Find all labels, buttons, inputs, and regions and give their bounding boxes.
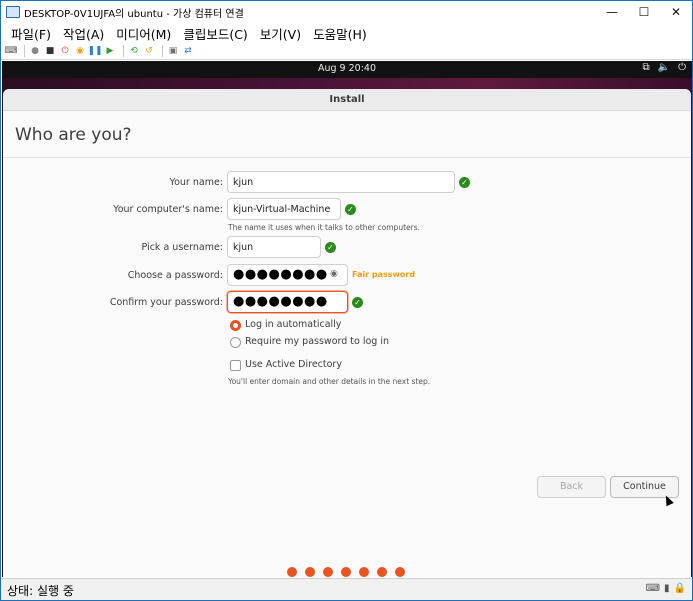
computer-name-hint: The name it uses when it talks to other … bbox=[228, 223, 421, 232]
menu-view[interactable]: 보기(V) bbox=[254, 24, 307, 43]
back-button[interactable]: Back bbox=[537, 476, 606, 498]
share-icon[interactable]: ⇄ bbox=[182, 45, 194, 57]
resume-icon[interactable]: ▶ bbox=[104, 45, 116, 57]
toolbar-separator bbox=[162, 45, 163, 57]
vm-screen[interactable]: Aug 9 20:40 ⧉ 🔈 ⏻ Install Who are you? Y… bbox=[2, 61, 692, 577]
status-bar: 상태: 실행 중 ⌨ ▮ 🔒 bbox=[1, 578, 692, 600]
progress-dot bbox=[395, 567, 405, 577]
install-progress bbox=[287, 567, 405, 577]
mouse-icon: ▮ bbox=[664, 583, 670, 594]
show-password-icon[interactable]: ◉ bbox=[330, 269, 338, 279]
window-controls: — ☐ ✕ bbox=[596, 1, 692, 23]
turn-off-icon[interactable]: ■ bbox=[44, 45, 56, 57]
active-directory-hint: You'll enter domain and other details in… bbox=[228, 377, 431, 386]
name-label: Your name: bbox=[169, 177, 223, 188]
shutdown-icon[interactable]: ⏻ bbox=[59, 45, 71, 57]
login-auto-radio[interactable] bbox=[230, 320, 241, 331]
divider bbox=[3, 157, 691, 158]
password-label: Choose a password: bbox=[127, 270, 223, 281]
toolbar-separator bbox=[123, 45, 124, 57]
toolbar: ⌨ ● ■ ⏻ ◉ ❚❚ ▶ ⟲ ↺ ▣ ⇄ bbox=[1, 43, 692, 60]
progress-dot bbox=[287, 567, 297, 577]
computer-name-valid-icon: ✓ bbox=[345, 204, 356, 215]
minimize-icon[interactable]: — bbox=[596, 1, 628, 23]
vm-connect-icon bbox=[6, 6, 20, 18]
window-title: DESKTOP-0V1UJFA의 ubuntu - 가상 컴퓨터 연결 bbox=[24, 8, 244, 20]
confirm-password-field[interactable]: ●●●●●●●● bbox=[227, 291, 348, 313]
username-valid-icon: ✓ bbox=[325, 242, 336, 253]
username-field[interactable]: kjun bbox=[227, 236, 321, 258]
progress-dot bbox=[359, 567, 369, 577]
require-password-radio[interactable] bbox=[230, 337, 241, 348]
active-directory-label[interactable]: Use Active Directory bbox=[245, 359, 342, 370]
name-valid-icon: ✓ bbox=[459, 177, 470, 188]
enhanced-session-icon[interactable]: ▣ bbox=[167, 45, 179, 57]
progress-dot bbox=[323, 567, 333, 577]
progress-dot bbox=[377, 567, 387, 577]
lock-icon: 🔒 bbox=[673, 583, 686, 594]
active-directory-checkbox[interactable] bbox=[230, 360, 241, 371]
dialog-title: Install bbox=[329, 94, 365, 105]
menubar: 파일(F) 작업(A) 미디어(M) 클립보드(C) 보기(V) 도움말(H) bbox=[1, 23, 692, 43]
dialog-header: Install bbox=[3, 89, 691, 111]
name-field[interactable]: kjun bbox=[227, 171, 455, 193]
start-icon[interactable]: ● bbox=[29, 45, 41, 57]
login-auto-label[interactable]: Log in automatically bbox=[245, 319, 341, 330]
computer-name-field[interactable]: kjun-Virtual-Machine bbox=[227, 198, 341, 220]
checkpoint-icon[interactable]: ⟲ bbox=[128, 45, 140, 57]
toolbar-separator bbox=[24, 45, 25, 57]
menu-media[interactable]: 미디어(M) bbox=[110, 24, 177, 43]
volume-icon[interactable]: 🔈 bbox=[658, 62, 670, 73]
menu-file[interactable]: 파일(F) bbox=[5, 24, 57, 43]
confirm-valid-icon: ✓ bbox=[352, 297, 363, 308]
keyboard-icon: ⌨ bbox=[645, 583, 661, 594]
status-icons: ⌨ ▮ 🔒 bbox=[646, 583, 686, 594]
network-icon[interactable]: ⧉ bbox=[642, 62, 649, 73]
vm-connection-window: DESKTOP-0V1UJFA의 ubuntu - 가상 컴퓨터 연결 — ☐ … bbox=[0, 0, 693, 601]
revert-icon[interactable]: ↺ bbox=[143, 45, 155, 57]
save-icon[interactable]: ◉ bbox=[74, 45, 86, 57]
close-icon[interactable]: ✕ bbox=[660, 1, 692, 23]
password-strength: Fair password bbox=[352, 270, 416, 279]
require-password-label[interactable]: Require my password to log in bbox=[245, 336, 389, 347]
ctrl-alt-del-icon[interactable]: ⌨ bbox=[5, 45, 18, 57]
progress-dot bbox=[305, 567, 315, 577]
page-title: Who are you? bbox=[15, 125, 132, 145]
status-text: 상태: 실행 중 bbox=[7, 584, 74, 598]
menu-help[interactable]: 도움말(H) bbox=[307, 24, 373, 43]
window-titlebar: DESKTOP-0V1UJFA의 ubuntu - 가상 컴퓨터 연결 — ☐ … bbox=[1, 1, 692, 23]
clock[interactable]: Aug 9 20:40 bbox=[2, 63, 692, 74]
install-dialog: Install Who are you? Your name: kjun ✓ Y… bbox=[3, 89, 691, 577]
power-icon[interactable]: ⏻ bbox=[678, 62, 686, 73]
menu-action[interactable]: 작업(A) bbox=[57, 24, 110, 43]
maximize-icon[interactable]: ☐ bbox=[628, 1, 660, 23]
menu-clipboard[interactable]: 클립보드(C) bbox=[177, 24, 253, 43]
system-tray[interactable]: ⧉ 🔈 ⏻ bbox=[642, 62, 686, 73]
progress-dot bbox=[341, 567, 351, 577]
username-label: Pick a username: bbox=[141, 242, 223, 253]
confirm-password-label: Confirm your password: bbox=[109, 297, 223, 308]
pause-icon[interactable]: ❚❚ bbox=[87, 45, 102, 57]
computer-name-label: Your computer's name: bbox=[113, 204, 223, 215]
ubuntu-top-bar: Aug 9 20:40 ⧉ 🔈 ⏻ bbox=[2, 61, 692, 78]
